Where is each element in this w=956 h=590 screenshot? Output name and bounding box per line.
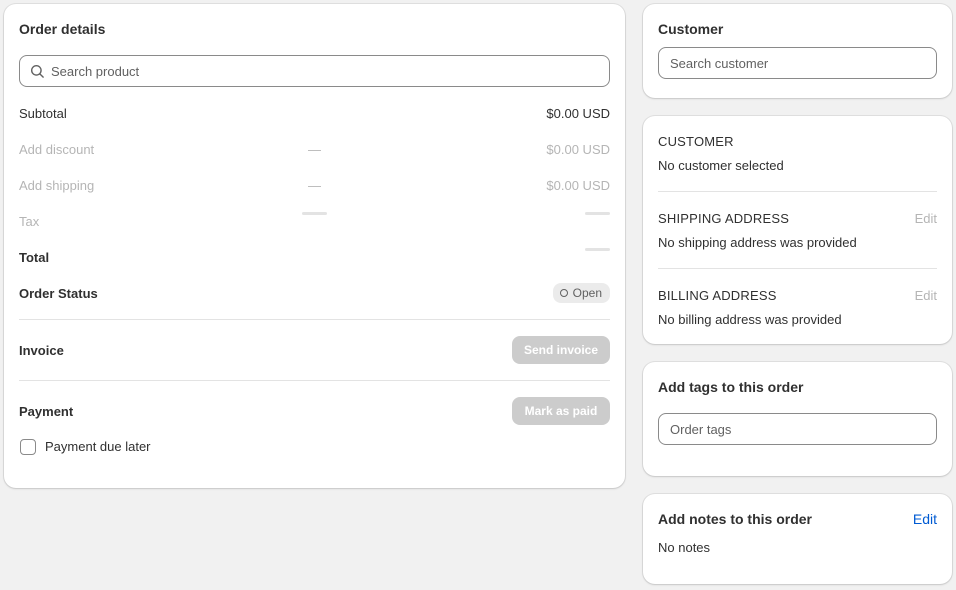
customer-search-card: Customer Search customer	[643, 4, 952, 98]
shipping-value: $0.00 USD	[546, 177, 610, 193]
payment-due-later-checkbox[interactable]	[20, 439, 36, 455]
subtotal-row: Subtotal $0.00 USD	[19, 103, 610, 123]
search-product-input[interactable]: Search product	[19, 55, 610, 87]
discount-value: $0.00 USD	[546, 141, 610, 157]
add-shipping-link[interactable]: Add shipping	[19, 178, 94, 193]
notes-text: No notes	[658, 540, 711, 555]
search-customer-input[interactable]: Search customer	[658, 47, 937, 79]
discount-placeholder: —	[308, 141, 321, 157]
status-badge: Open	[552, 283, 610, 303]
customer-title: Customer	[658, 21, 724, 37]
payment-label: Payment	[19, 403, 74, 419]
search-product-placeholder: Search product	[51, 63, 140, 79]
order-status-row: Order Status	[19, 283, 610, 303]
customer-section-text: No customer selected	[658, 158, 784, 173]
tax-value-loading-bar	[585, 212, 610, 215]
invoice-label: Invoice	[19, 342, 64, 358]
search-icon	[30, 64, 45, 79]
divider-shipping	[658, 268, 937, 269]
order-details-title: Order details	[19, 21, 106, 37]
customer-info-card: CUSTOMER No customer selected SHIPPING A…	[643, 116, 952, 344]
shipping-address-heading: SHIPPING ADDRESS	[658, 211, 790, 226]
search-customer-placeholder: Search customer	[670, 55, 769, 71]
subtotal-value: $0.00 USD	[546, 105, 610, 121]
customer-section-heading: CUSTOMER	[658, 134, 734, 149]
tags-card: Add tags to this order Order tags	[643, 362, 952, 476]
shipping-address-edit-link[interactable]: Edit	[915, 211, 937, 226]
shipping-address-text: No shipping address was provided	[658, 235, 857, 250]
divider-customer	[658, 191, 937, 192]
payment-due-later-label[interactable]: Payment due later	[45, 439, 151, 454]
send-invoice-button[interactable]: Send invoice	[512, 336, 610, 364]
notes-title: Add notes to this order	[658, 511, 812, 527]
add-discount-link[interactable]: Add discount	[19, 142, 94, 157]
discount-row: Add discount — $0.00 USD	[19, 139, 610, 159]
billing-address-edit-link[interactable]: Edit	[915, 288, 937, 303]
subtotal-label: Subtotal	[19, 105, 67, 121]
order-details-card: Order details Search product Subtotal $0…	[4, 4, 625, 488]
order-tags-input[interactable]: Order tags	[658, 413, 937, 445]
shipping-placeholder: —	[308, 177, 321, 193]
order-status-label: Order Status	[19, 285, 98, 301]
divider-invoice	[19, 380, 610, 381]
circle-outline-icon	[559, 289, 568, 297]
status-badge-text: Open	[572, 286, 602, 300]
divider-status	[19, 319, 610, 320]
tax-loading-bar	[302, 212, 327, 215]
notes-edit-link[interactable]: Edit	[913, 511, 937, 527]
notes-card: Add notes to this order Edit No notes	[643, 494, 952, 584]
order-tags-placeholder: Order tags	[670, 421, 732, 437]
total-label: Total	[19, 249, 50, 265]
tax-label: Tax	[19, 213, 40, 229]
shipping-row: Add shipping — $0.00 USD	[19, 175, 610, 195]
total-value-loading-bar	[585, 248, 610, 251]
mark-as-paid-button[interactable]: Mark as paid	[512, 397, 610, 425]
billing-address-text: No billing address was provided	[658, 312, 842, 327]
billing-address-heading: BILLING ADDRESS	[658, 288, 777, 303]
total-row: Total	[19, 247, 610, 267]
tags-title: Add tags to this order	[658, 379, 804, 395]
